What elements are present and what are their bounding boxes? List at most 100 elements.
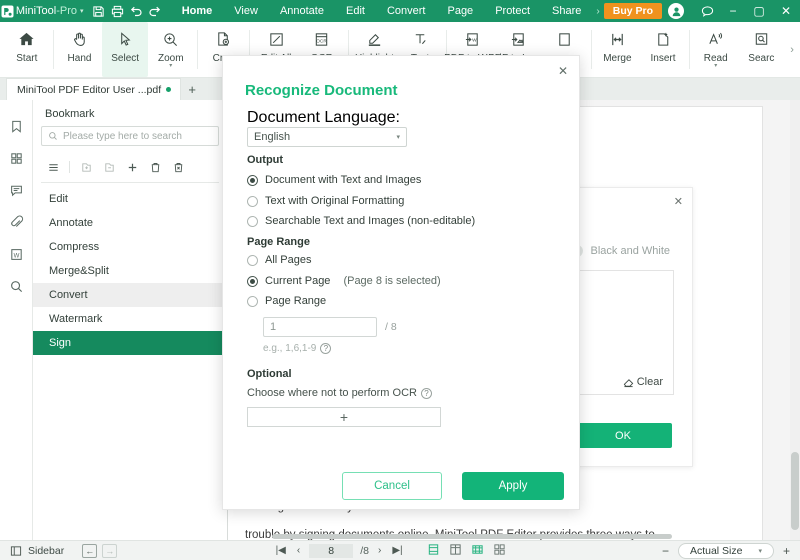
bookmark-item-edit[interactable]: Edit xyxy=(33,187,227,211)
dialog-apply-button[interactable]: Apply xyxy=(462,472,564,500)
radio-searchable-text-and-images[interactable] xyxy=(247,215,258,227)
save-icon[interactable] xyxy=(89,0,108,22)
bookmark-item-convert[interactable]: Convert xyxy=(33,283,227,307)
current-page-input[interactable]: 8 xyxy=(309,543,354,558)
zoom-in-button[interactable]: + xyxy=(783,544,790,558)
page-range-option-all[interactable]: All Pages xyxy=(247,250,311,270)
search-icon[interactable] xyxy=(0,270,33,302)
expand-all-icon[interactable] xyxy=(76,158,96,176)
menu-item-convert[interactable]: Convert xyxy=(376,0,437,22)
clear-signature-button[interactable]: Clear xyxy=(623,376,663,388)
sidebar-toggle[interactable]: Sidebar xyxy=(10,545,64,557)
bookmark-search-input[interactable]: Please type here to search xyxy=(41,126,219,146)
ribbon-search-button[interactable]: Searc xyxy=(739,22,785,77)
next-page-button[interactable]: › xyxy=(376,545,383,556)
menu-item-page[interactable]: Page xyxy=(436,0,484,22)
dialog-cancel-button[interactable]: Cancel xyxy=(342,472,442,500)
ribbon-overflow-icon[interactable]: › xyxy=(784,22,800,77)
radio-page-range[interactable] xyxy=(247,295,258,307)
attachment-icon[interactable] xyxy=(0,206,33,238)
redo-icon[interactable] xyxy=(146,0,165,22)
two-page-icon[interactable] xyxy=(449,543,462,559)
add-ocr-region-button[interactable]: + xyxy=(247,407,441,427)
menu-item-protect[interactable]: Protect xyxy=(484,0,541,22)
output-option-text-formatting[interactable]: Text with Original Formatting xyxy=(247,191,404,211)
radio-document-with-text-and-images[interactable] xyxy=(247,174,258,186)
bookmark-panel: Bookmark Please type here to search Edit… xyxy=(33,100,228,540)
list-icon[interactable] xyxy=(43,158,63,176)
page-range-option-current[interactable]: Current Page (Page 8 is selected) xyxy=(247,271,441,291)
output-option-searchable[interactable]: Searchable Text and Images (non-editable… xyxy=(247,211,475,231)
vertical-scrollbar[interactable] xyxy=(790,100,800,540)
sign-dialog-close-icon[interactable]: ✕ xyxy=(674,195,683,208)
word-icon[interactable]: W xyxy=(0,238,33,270)
thumbnails-icon[interactable] xyxy=(0,142,33,174)
eraser-icon xyxy=(623,378,633,387)
avatar[interactable] xyxy=(668,3,685,19)
ribbon-read-button[interactable]: Read ▾ xyxy=(693,22,739,77)
menu-item-view[interactable]: View xyxy=(223,0,269,22)
close-button[interactable]: ✕ xyxy=(772,0,800,22)
delete-bookmark-icon[interactable] xyxy=(145,158,165,176)
chevron-down-icon[interactable]: ▾ xyxy=(169,63,172,69)
bookmark-item-watermark[interactable]: Watermark xyxy=(33,307,227,331)
sign-ok-button[interactable]: OK xyxy=(574,423,672,448)
maximize-button[interactable]: ▢ xyxy=(746,0,772,22)
minimize-button[interactable]: − xyxy=(720,0,746,22)
document-tab[interactable]: MiniTool PDF Editor User ...pdf xyxy=(6,78,182,100)
zoom-level-select[interactable]: Actual Size ▾ xyxy=(677,542,774,559)
ribbon-zoom-button[interactable]: Zoom ▾ xyxy=(148,22,194,77)
chevron-down-icon[interactable]: ▾ xyxy=(396,133,400,141)
bookmark-item-annotate[interactable]: Annotate xyxy=(33,211,227,235)
bookmark-icon[interactable] xyxy=(0,110,33,142)
collapse-all-icon[interactable] xyxy=(99,158,119,176)
dialog-close-icon[interactable]: ✕ xyxy=(558,64,568,78)
menu-overflow-icon[interactable]: › xyxy=(592,6,603,17)
brand-dropdown-icon[interactable]: ▾ xyxy=(80,7,84,15)
ribbon-merge-button[interactable]: Merge xyxy=(595,22,641,77)
print-icon[interactable] xyxy=(108,0,127,22)
menu-item-edit[interactable]: Edit xyxy=(335,0,376,22)
page-range-option-range[interactable]: Page Range xyxy=(247,291,326,311)
last-page-button[interactable]: ▶| xyxy=(390,545,404,556)
ribbon-select-button[interactable]: Select xyxy=(102,22,148,77)
radio-text-with-original-formatting[interactable] xyxy=(247,195,258,207)
first-page-button[interactable]: |◀ xyxy=(274,545,288,556)
menu-item-annotate[interactable]: Annotate xyxy=(269,0,335,22)
chevron-down-icon[interactable]: ▾ xyxy=(758,547,762,555)
horizontal-scrollbar[interactable] xyxy=(240,533,780,540)
add-bookmark-icon[interactable] xyxy=(122,158,142,176)
continuous-icon[interactable] xyxy=(471,543,484,559)
radio-current-page[interactable] xyxy=(247,275,258,287)
zoom-out-button[interactable]: − xyxy=(662,544,669,558)
bookmark-item-merge-split[interactable]: Merge&Split xyxy=(33,259,227,283)
page-range-input[interactable]: 1 xyxy=(263,317,377,337)
ribbon-hand-button[interactable]: Hand xyxy=(57,22,103,77)
vertical-scrollbar-thumb[interactable] xyxy=(791,452,799,530)
previous-page-button[interactable]: ‹ xyxy=(295,545,302,556)
bookmark-item-compress[interactable]: Compress xyxy=(33,235,227,259)
nav-forward-button[interactable]: → xyxy=(102,543,118,558)
nav-back-button[interactable]: ← xyxy=(82,543,98,558)
ribbon-start-button[interactable]: Start xyxy=(4,22,50,77)
help-icon[interactable]: ? xyxy=(420,387,432,399)
buy-pro-button[interactable]: Buy Pro xyxy=(603,3,663,19)
delete-all-bookmarks-icon[interactable] xyxy=(168,158,188,176)
ribbon-search-label: Searc xyxy=(748,53,775,64)
menu-item-home[interactable]: Home xyxy=(171,0,224,22)
document-language-select[interactable]: English ▾ xyxy=(247,127,407,147)
grid-icon[interactable] xyxy=(493,543,506,559)
feedback-icon[interactable] xyxy=(694,0,720,22)
ribbon-insert-button[interactable]: Insert xyxy=(640,22,686,77)
radio-all-pages[interactable] xyxy=(247,254,258,266)
new-tab-button[interactable]: + xyxy=(181,78,203,100)
bookmark-item-sign[interactable]: Sign xyxy=(33,331,227,355)
comment-icon[interactable] xyxy=(0,174,33,206)
output-option-document[interactable]: Document with Text and Images xyxy=(247,170,421,190)
menu-item-share[interactable]: Share xyxy=(541,0,592,22)
help-icon[interactable]: ? xyxy=(320,343,332,354)
undo-icon[interactable] xyxy=(127,0,146,22)
horizontal-scrollbar-thumb[interactable] xyxy=(272,534,672,539)
chevron-down-icon[interactable]: ▾ xyxy=(714,63,717,69)
single-page-icon[interactable] xyxy=(427,543,440,559)
